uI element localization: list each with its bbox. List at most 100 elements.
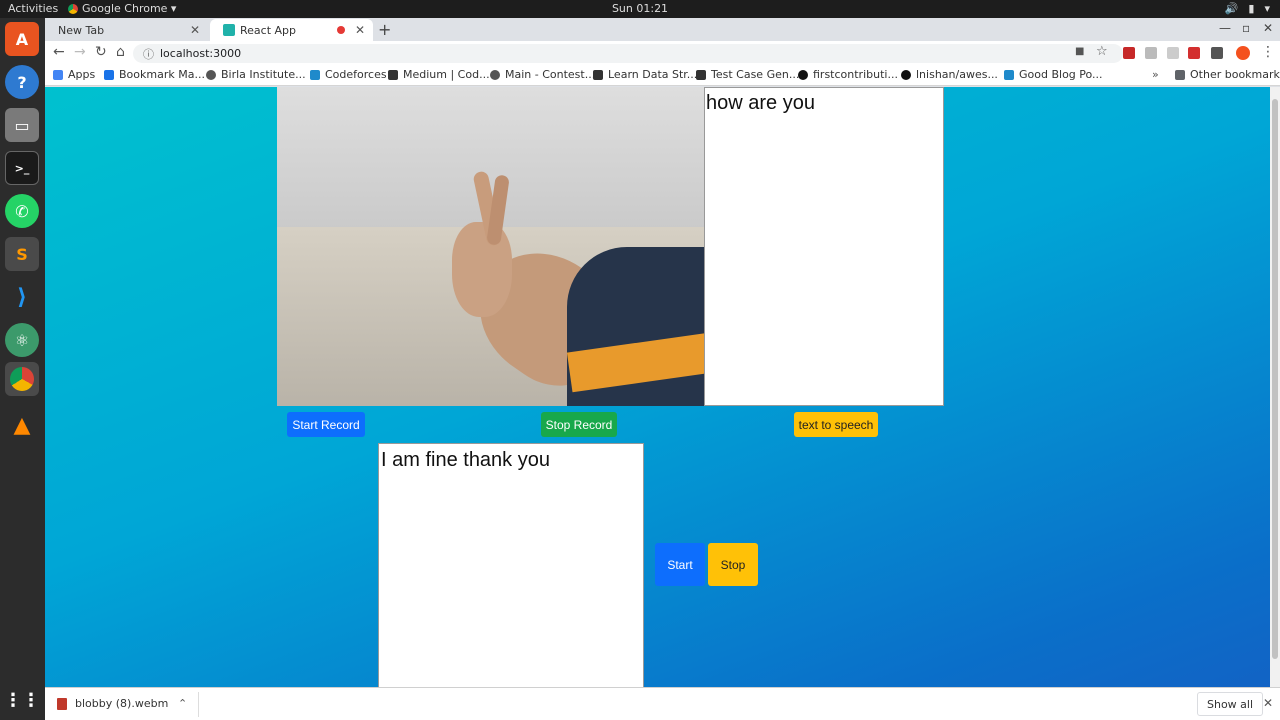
bookmark-label: Apps xyxy=(68,68,96,81)
profile-avatar[interactable] xyxy=(1236,46,1250,60)
extension-icon[interactable] xyxy=(1123,47,1135,59)
app-menu-label: Google Chrome ▾ xyxy=(82,2,177,15)
sublime-icon[interactable]: S xyxy=(5,237,39,271)
show-apps-icon[interactable]: ⋮⋮ xyxy=(4,683,40,717)
download-item[interactable]: blobby (8).webm xyxy=(57,697,168,710)
bookmark-label: Bookmark Ma... xyxy=(119,68,205,81)
bookmark-item[interactable]: Codeforces xyxy=(310,68,387,81)
bookmark-item[interactable]: Main - Contest... xyxy=(490,68,595,81)
close-icon[interactable]: ✕ xyxy=(355,23,365,37)
terminal-icon[interactable]: >_ xyxy=(5,151,39,185)
stop-record-button[interactable]: Stop Record xyxy=(541,412,617,437)
start-record-button[interactable]: Start Record xyxy=(287,412,365,437)
bookmark-item[interactable]: firstcontributi... xyxy=(798,68,898,81)
webcam-video xyxy=(277,87,704,406)
camera-icon[interactable]: ■ xyxy=(1075,46,1084,57)
back-icon[interactable]: ← xyxy=(53,44,65,60)
video-hand xyxy=(452,222,512,317)
download-shelf: blobby (8).webm ⌃ Show all ✕ xyxy=(45,687,1280,720)
github-icon xyxy=(901,69,911,80)
volume-icon: 🔊 xyxy=(1224,2,1239,15)
bookmark-apps[interactable]: Apps xyxy=(53,68,95,81)
app-menu[interactable]: Google Chrome ▾ xyxy=(68,2,176,15)
reload-icon[interactable]: ↻ xyxy=(95,44,107,60)
bookmark-item[interactable]: Birla Institute... xyxy=(206,68,306,81)
bookmark-label: Medium | Cod... xyxy=(403,68,490,81)
scrollbar-thumb[interactable] xyxy=(1272,99,1278,659)
text-to-speech-button[interactable]: text to speech xyxy=(794,412,878,437)
bookmark-label: Main - Contest... xyxy=(505,68,596,81)
activities-button[interactable]: Activities xyxy=(8,2,58,15)
tab-title: New Tab xyxy=(58,23,105,37)
extension-icon[interactable] xyxy=(1167,47,1179,59)
chevron-down-icon: ▾ xyxy=(1264,2,1270,15)
forward-icon[interactable]: → xyxy=(74,44,86,60)
folder-icon xyxy=(1175,69,1185,80)
page-scrollbar[interactable] xyxy=(1270,87,1280,705)
bookmark-label: Learn Data Str... xyxy=(608,68,698,81)
close-icon[interactable]: ✕ xyxy=(1263,696,1273,710)
bookmark-item[interactable]: Test Case Gen... xyxy=(696,68,799,81)
gfg-icon xyxy=(593,69,603,80)
close-icon[interactable]: ✕ xyxy=(190,23,200,37)
bookmarks-bar: Apps Bookmark Ma... Birla Institute... C… xyxy=(45,65,1280,86)
bookmark-label: Good Blog Po... xyxy=(1019,68,1103,81)
bookmark-label: Birla Institute... xyxy=(221,68,306,81)
help-icon[interactable]: ? xyxy=(5,65,39,99)
globe-icon xyxy=(490,69,500,80)
menu-icon[interactable]: ⋮ xyxy=(1261,44,1275,60)
new-tab-button[interactable]: + xyxy=(378,20,391,39)
star-icon[interactable]: ☆ xyxy=(1096,44,1108,59)
medium-icon xyxy=(388,69,398,80)
start-button[interactable]: Start xyxy=(655,543,705,586)
browser-window: New Tab ✕ React App ✕ + — ▫ ✕ ← → ↻ ⌂ ⓘ … xyxy=(45,18,1280,720)
bookmark-item[interactable]: Bookmark Ma... xyxy=(104,68,205,81)
bookmark-item[interactable]: lnishan/awes... xyxy=(901,68,998,81)
home-icon[interactable]: ⌂ xyxy=(116,44,125,60)
atom-icon[interactable]: ⚛ xyxy=(5,323,39,357)
window-close-button[interactable]: ✕ xyxy=(1263,21,1273,35)
reply-text-area[interactable]: I am fine thank you xyxy=(378,443,644,705)
whatsapp-icon[interactable]: ✆ xyxy=(5,194,39,228)
apps-grid-icon xyxy=(53,69,63,80)
tab-react-app[interactable]: React App ✕ xyxy=(210,19,373,41)
tab-strip: New Tab ✕ React App ✕ + — ▫ ✕ xyxy=(45,18,1280,41)
stop-button[interactable]: Stop xyxy=(708,543,758,586)
bookmark-item[interactable]: Good Blog Po... xyxy=(1004,68,1103,81)
globe-icon xyxy=(206,69,216,80)
system-tray[interactable]: 🔊 ▮ ▾ xyxy=(1225,2,1270,15)
bookmark-item[interactable]: Learn Data Str... xyxy=(593,68,697,81)
bookmark-item[interactable]: Medium | Cod... xyxy=(388,68,490,81)
tab-new-tab[interactable]: New Tab ✕ xyxy=(45,19,208,41)
browser-toolbar: ← → ↻ ⌂ ⓘ localhost:3000 ■ ☆ ⋮ xyxy=(45,41,1280,65)
extension-icon[interactable] xyxy=(1211,47,1223,59)
vscode-icon[interactable]: ⟩ xyxy=(5,280,39,314)
url-text: localhost:3000 xyxy=(160,47,242,60)
minimize-button[interactable]: — xyxy=(1219,21,1231,35)
bookmarks-overflow-icon[interactable]: » xyxy=(1152,68,1159,81)
github-icon xyxy=(798,69,808,80)
recognized-text-area[interactable]: how are you xyxy=(704,87,944,406)
files-icon[interactable]: ▭ xyxy=(5,108,39,142)
other-bookmarks[interactable]: Other bookmarks xyxy=(1175,68,1280,81)
chrome-icon xyxy=(68,3,78,14)
show-all-button[interactable]: Show all xyxy=(1197,692,1264,716)
tab-title: React App xyxy=(240,23,297,37)
clock[interactable]: Sun 01:21 xyxy=(0,2,1280,15)
battery-icon: ▮ xyxy=(1248,2,1255,15)
info-icon: ⓘ xyxy=(143,48,154,61)
codeforces-icon xyxy=(310,69,320,80)
address-bar[interactable]: ⓘ localhost:3000 xyxy=(133,44,1123,63)
extension-icon[interactable] xyxy=(1145,47,1157,59)
maximize-button[interactable]: ▫ xyxy=(1242,21,1250,35)
divider xyxy=(198,692,199,717)
software-center-icon[interactable]: A xyxy=(5,22,39,56)
star-icon xyxy=(104,69,114,80)
chevron-up-icon[interactable]: ⌃ xyxy=(178,697,187,710)
vlc-icon[interactable]: ▲ xyxy=(5,408,39,442)
chrome-dock-icon[interactable] xyxy=(5,362,39,396)
bookmark-label: lnishan/awes... xyxy=(916,68,998,81)
extension-icon[interactable] xyxy=(1188,47,1200,59)
chrome-icon xyxy=(10,367,34,391)
react-icon xyxy=(223,24,235,36)
